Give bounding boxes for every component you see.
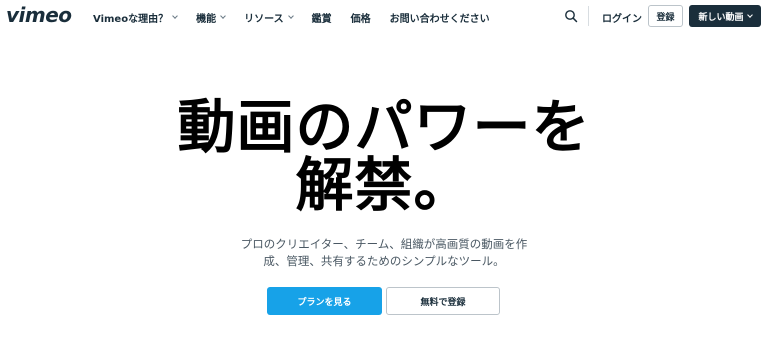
hero-subtitle-line-2: 成、管理、共有するためのシンプルなツール。 (263, 254, 505, 268)
nav-item-contact[interactable]: お問い合わせください (390, 10, 490, 25)
nav-item-watch[interactable]: 鑑賞 (312, 10, 332, 25)
nav-item-label: 鑑賞 (311, 13, 332, 25)
nav-item-label: 機能 (196, 13, 217, 25)
nav-divider (588, 6, 589, 26)
hero-title-line-2: 解禁。 (295, 151, 473, 219)
nav-item-why-vimeo[interactable]: Vimeoな理由？ (93, 10, 178, 25)
vimeo-logo[interactable]: vimeo (6, 3, 72, 27)
free-signup-button-label: 無料で登録 (420, 297, 466, 308)
nav-item-label: 価格 (350, 13, 371, 25)
chevron-down-icon (287, 12, 294, 19)
chevron-down-icon (220, 12, 226, 19)
nav-item-label: Vimeoな理由？ (93, 13, 169, 25)
hero-subtitle-line-1: プロのクリエイター、チーム、組織が高画質の動画を作 (240, 237, 528, 251)
free-signup-button[interactable]: 無料で登録 (386, 287, 500, 315)
chevron-down-icon (172, 12, 178, 19)
chevron-down-icon (746, 11, 753, 18)
top-navigation: vimeo Vimeoな理由？ 機能 リソース 鑑賞 価格 お問い合わせください… (0, 0, 768, 32)
nav-item-label: リソース (244, 13, 284, 25)
hero-title: 動画のパワーを 解禁。 (0, 98, 768, 214)
main-menu: Vimeoな理由？ 機能 リソース 鑑賞 価格 お問い合わせください (93, 10, 509, 25)
hero-title-line-1: 動画のパワーを (177, 93, 591, 161)
nav-item-label: お問い合わせください (389, 13, 490, 25)
new-video-button[interactable]: 新しい動画 (689, 5, 761, 27)
new-video-button-label: 新しい動画 (698, 12, 744, 23)
hero-subtitle: プロのクリエイター、チーム、組織が高画質の動画を作 成、管理、共有するためのシン… (0, 236, 768, 270)
signup-button[interactable]: 登録 (648, 5, 683, 27)
nav-item-pricing[interactable]: 価格 (351, 10, 371, 25)
search-icon[interactable] (564, 9, 578, 23)
view-plans-button[interactable]: プランを見る (267, 287, 382, 315)
signup-button-label: 登録 (656, 12, 675, 23)
login-link[interactable]: ログイン (602, 10, 642, 25)
view-plans-button-label: プランを見る (297, 297, 352, 308)
nav-item-features[interactable]: 機能 (196, 10, 226, 25)
nav-item-resources[interactable]: リソース (244, 10, 294, 25)
